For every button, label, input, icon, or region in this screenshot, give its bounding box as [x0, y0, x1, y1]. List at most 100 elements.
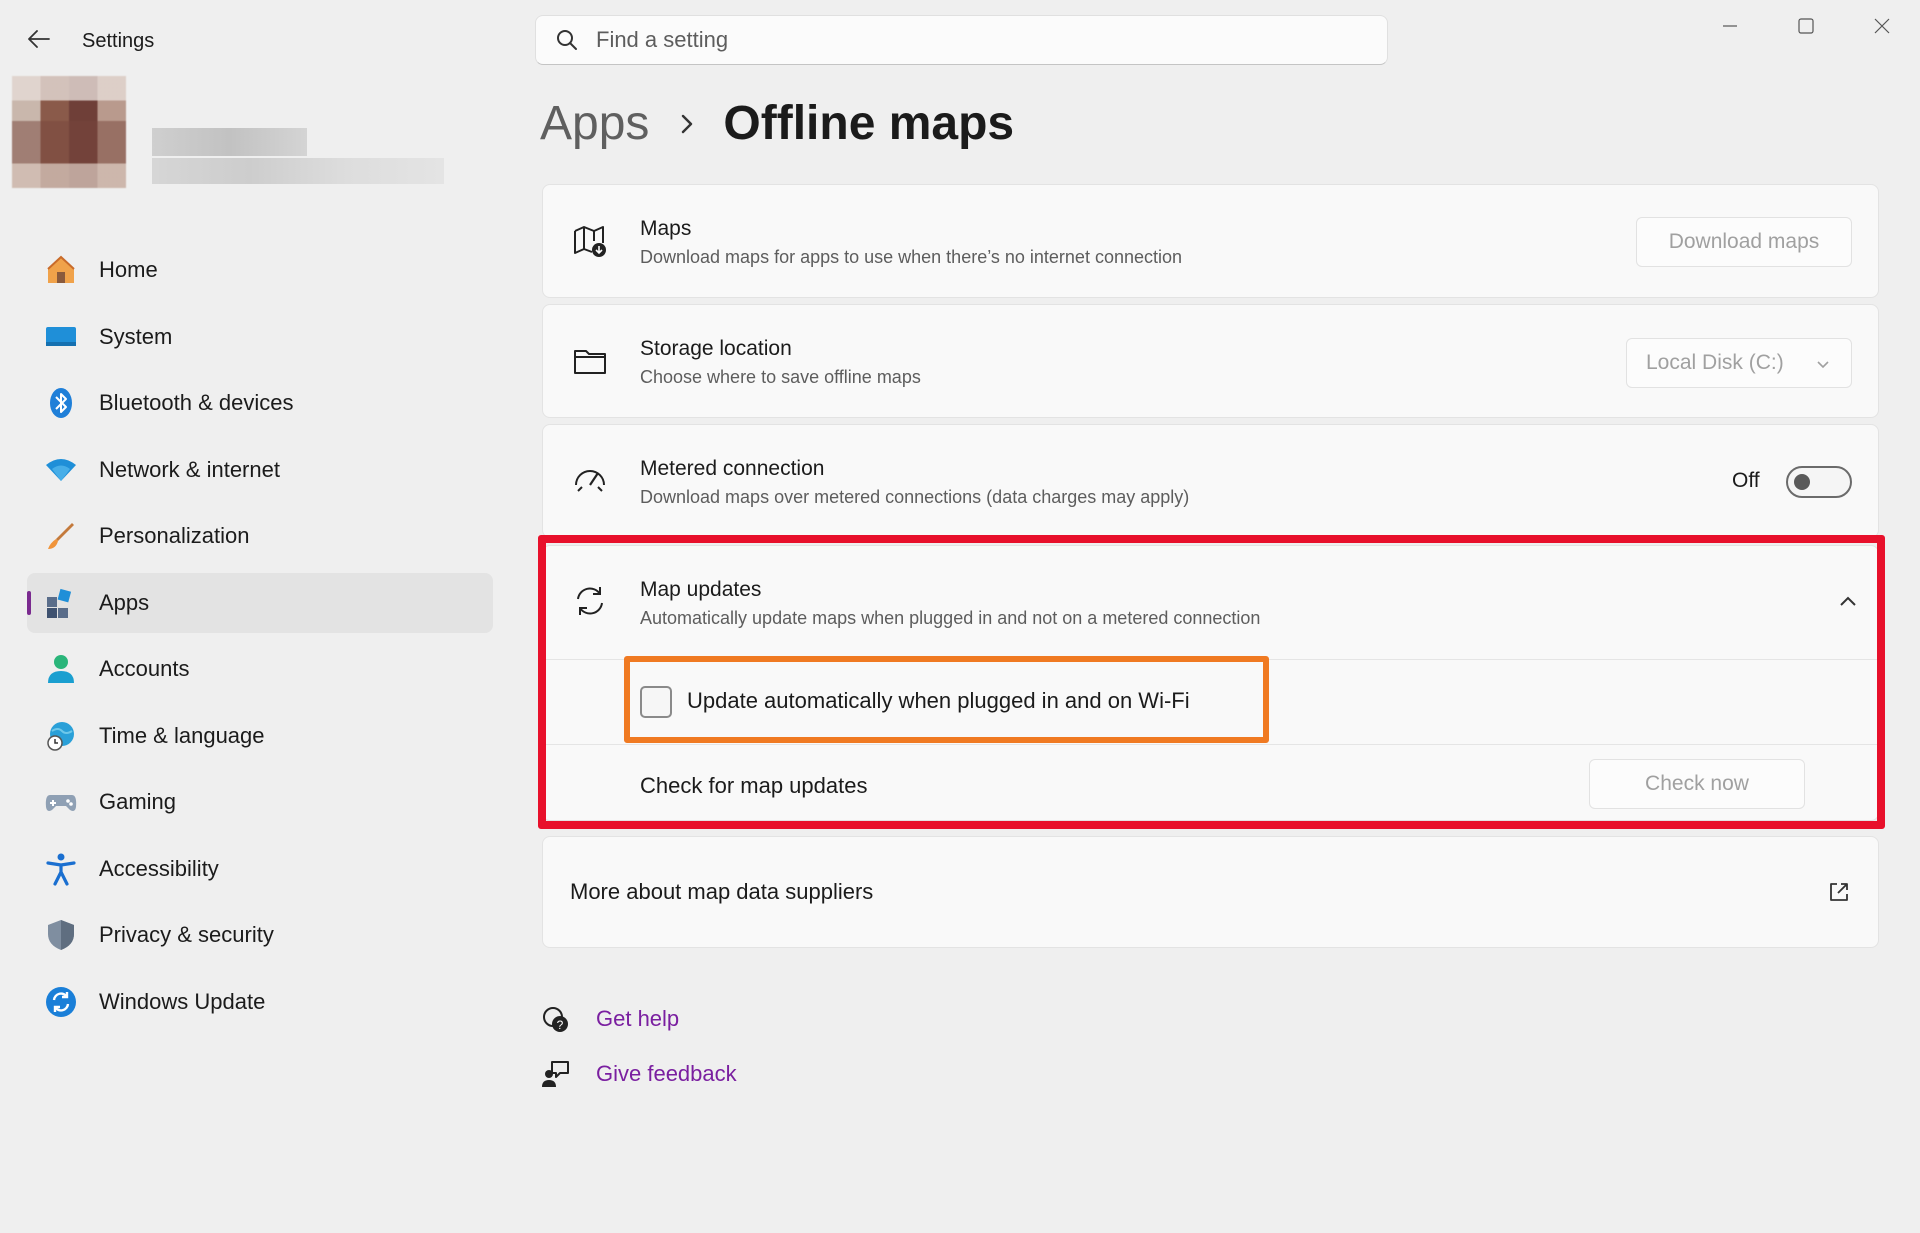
page-title: Offline maps — [723, 97, 1015, 150]
minimize-icon — [1723, 25, 1737, 27]
sidebar-item-label: Windows Update — [99, 988, 266, 1014]
chevron-down-icon — [1815, 355, 1831, 379]
globe-clock-icon — [43, 718, 79, 754]
storage-location-value: Local Disk (C:) — [1646, 351, 1784, 374]
home-icon — [43, 252, 79, 288]
auto-update-label[interactable]: Update automatically when plugged in and… — [687, 688, 1190, 714]
user-email-redacted — [152, 158, 444, 184]
sidebar-item-accounts[interactable]: Accounts — [27, 639, 493, 699]
metered-title: Metered connection — [640, 457, 825, 480]
storage-card: Storage location Choose where to save of… — [542, 304, 1879, 418]
sidebar-item-home[interactable]: Home — [27, 240, 493, 300]
sidebar-item-label: Apps — [99, 589, 150, 615]
settings-window: Settings Home — [0, 0, 1920, 1233]
suppliers-link[interactable]: More about map data suppliers — [570, 879, 873, 905]
sync-icon — [571, 582, 609, 620]
map-updates-header[interactable]: Map updates Automatically update maps wh… — [543, 546, 1878, 659]
sidebar-item-time-language[interactable]: Time & language — [27, 706, 493, 766]
breadcrumb: Apps Offline maps — [540, 96, 1014, 151]
app-title: Settings — [82, 30, 155, 52]
folder-icon — [571, 342, 609, 380]
apps-icon — [43, 585, 79, 621]
metered-gauge-icon — [571, 462, 609, 500]
map-updates-card: Map updates Automatically update maps wh… — [542, 545, 1879, 821]
sidebar-item-label: Home — [99, 257, 158, 282]
metered-toggle[interactable] — [1786, 466, 1852, 498]
get-help-link[interactable]: Get help — [596, 1006, 679, 1032]
brush-icon — [43, 518, 79, 554]
avatar — [12, 76, 126, 188]
accessibility-icon — [43, 851, 79, 887]
check-updates-row: Check for map updates Check now — [543, 745, 1878, 821]
search-icon — [554, 27, 580, 53]
maps-card: Maps Download maps for apps to use when … — [542, 184, 1879, 298]
sidebar-item-windows-update[interactable]: Windows Update — [27, 972, 493, 1032]
sidebar-item-accessibility[interactable]: Accessibility — [27, 839, 493, 899]
sidebar-item-network[interactable]: Network & internet — [27, 440, 493, 500]
update-icon — [43, 984, 79, 1020]
chevron-right-icon — [675, 112, 699, 136]
sidebar-item-label: Network & internet — [99, 456, 280, 482]
map-updates-title: Map updates — [640, 578, 762, 601]
get-help-row[interactable]: ? Get help — [540, 1004, 679, 1034]
sidebar-item-label: Time & language — [99, 722, 265, 748]
account-icon — [43, 651, 79, 687]
sidebar-item-label: Accounts — [99, 656, 190, 681]
external-link-icon — [1827, 880, 1851, 909]
close-button[interactable] — [1844, 0, 1920, 52]
sidebar-item-system[interactable]: System — [27, 307, 493, 367]
back-arrow-icon — [28, 30, 50, 48]
storage-location-dropdown[interactable]: Local Disk (C:) — [1626, 338, 1852, 388]
auto-update-checkbox[interactable] — [640, 686, 672, 718]
maximize-button[interactable] — [1768, 0, 1844, 52]
map-download-icon — [571, 222, 609, 260]
shield-icon — [43, 917, 79, 953]
feedback-icon — [540, 1059, 570, 1089]
give-feedback-link[interactable]: Give feedback — [596, 1061, 737, 1087]
bluetooth-icon — [43, 385, 79, 421]
back-button[interactable] — [24, 26, 54, 52]
sidebar-nav: Home System Bluetooth & devices Network … — [27, 240, 493, 1038]
sidebar-item-label: Bluetooth & devices — [99, 390, 294, 415]
metered-toggle-state: Off — [1732, 469, 1760, 492]
check-updates-label: Check for map updates — [640, 773, 868, 798]
maps-subtitle: Download maps for apps to use when there… — [640, 247, 1183, 267]
sidebar-item-label: Accessibility — [99, 855, 219, 881]
download-maps-button[interactable]: Download maps — [1636, 217, 1852, 267]
storage-title: Storage location — [640, 337, 792, 360]
sidebar-item-bluetooth[interactable]: Bluetooth & devices — [27, 373, 493, 433]
sidebar-item-apps[interactable]: Apps — [27, 572, 493, 633]
breadcrumb-parent[interactable]: Apps — [540, 96, 649, 151]
minimize-button[interactable] — [1692, 0, 1768, 52]
close-icon — [1874, 18, 1890, 34]
system-icon — [43, 319, 79, 355]
sidebar-item-label: System — [99, 323, 173, 349]
wifi-icon — [43, 452, 79, 488]
sidebar-item-label: Personalization — [99, 523, 250, 548]
metered-subtitle: Download maps over metered connections (… — [640, 487, 1190, 507]
maximize-icon — [1798, 18, 1814, 34]
metered-card: Metered connection Download maps over me… — [542, 424, 1879, 538]
help-chat-icon: ? — [540, 1004, 570, 1034]
svg-text:?: ? — [557, 1018, 564, 1032]
storage-subtitle: Choose where to save offline maps — [640, 367, 921, 387]
suppliers-card[interactable]: More about map data suppliers — [542, 836, 1879, 948]
toggle-knob — [1794, 474, 1810, 490]
sidebar-item-gaming[interactable]: Gaming — [27, 772, 493, 832]
sidebar-item-personalization[interactable]: Personalization — [27, 506, 493, 566]
give-feedback-row[interactable]: Give feedback — [540, 1059, 737, 1089]
gamepad-icon — [43, 784, 79, 820]
sidebar-item-label: Gaming — [99, 789, 177, 814]
sidebar-item-privacy[interactable]: Privacy & security — [27, 905, 493, 965]
maps-title: Maps — [640, 217, 692, 240]
chevron-up-icon[interactable] — [1838, 594, 1858, 613]
check-now-button[interactable]: Check now — [1589, 759, 1805, 809]
auto-update-row: Update automatically when plugged in and… — [543, 660, 1878, 744]
search-input[interactable] — [596, 27, 1356, 53]
map-updates-subtitle: Automatically update maps when plugged i… — [640, 608, 1261, 628]
user-name-redacted — [152, 128, 307, 156]
sidebar-item-label: Privacy & security — [99, 922, 274, 947]
search-box[interactable] — [535, 15, 1388, 65]
user-profile[interactable] — [12, 76, 444, 188]
window-controls — [1692, 0, 1920, 52]
